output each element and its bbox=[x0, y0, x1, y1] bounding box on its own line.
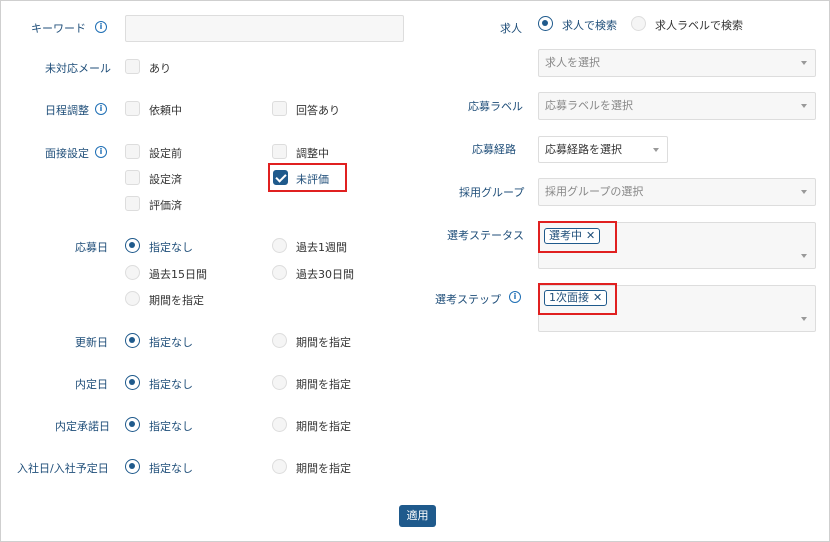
join-date-label: 入社日/入社予定日 bbox=[17, 462, 109, 475]
close-icon[interactable]: ✕ bbox=[586, 229, 595, 242]
apply-label-select[interactable]: 応募ラベルを選択 bbox=[538, 92, 816, 120]
apply-date-15days-radio[interactable] bbox=[125, 265, 140, 280]
interview-setting-info-icon[interactable]: i bbox=[95, 146, 107, 158]
hiring-group-select[interactable]: 採用グループの選択 bbox=[538, 178, 816, 206]
adjusting-option-label: 調整中 bbox=[296, 147, 329, 160]
hiring-group-select-value: 採用グループの選択 bbox=[545, 185, 644, 198]
status-tag: 選考中 ✕ bbox=[544, 228, 601, 244]
apply-date-label: 応募日 bbox=[75, 241, 108, 254]
apply-date-30days-label: 過去30日間 bbox=[296, 268, 354, 281]
requesting-option-label: 依頼中 bbox=[149, 104, 182, 117]
schedule-info-icon[interactable]: i bbox=[95, 103, 107, 115]
set-done-checkbox[interactable] bbox=[125, 170, 140, 185]
job-select-value: 求人を選択 bbox=[545, 56, 600, 69]
job-label: 求人 bbox=[500, 22, 522, 35]
step-tag-label: 1次面接 bbox=[549, 291, 589, 304]
keyword-info-icon[interactable]: i bbox=[95, 21, 107, 33]
step-tag: 1次面接 ✕ bbox=[544, 290, 608, 306]
unhandled-mail-label: 未対応メール bbox=[45, 62, 111, 75]
offer-accept-period-label: 期間を指定 bbox=[296, 420, 351, 433]
join-date-period-label: 期間を指定 bbox=[296, 462, 351, 475]
unhandled-mail-option-label: あり bbox=[149, 62, 171, 75]
apply-date-period-radio[interactable] bbox=[125, 291, 140, 306]
rated-option-label: 評価済 bbox=[149, 199, 182, 212]
update-date-none-radio[interactable] bbox=[125, 333, 140, 348]
keyword-label: キーワード bbox=[31, 22, 86, 35]
offer-date-none-label: 指定なし bbox=[149, 378, 193, 391]
update-date-period-radio[interactable] bbox=[272, 333, 287, 348]
search-by-job-label-radio[interactable] bbox=[631, 16, 646, 31]
apply-date-none-radio[interactable] bbox=[125, 238, 140, 253]
set-done-option-label: 設定済 bbox=[149, 173, 182, 186]
apply-route-label: 応募経路 bbox=[472, 143, 516, 156]
update-date-period-label: 期間を指定 bbox=[296, 336, 351, 349]
offer-accept-period-radio[interactable] bbox=[272, 417, 287, 432]
offer-date-period-radio[interactable] bbox=[272, 375, 287, 390]
apply-date-1week-label: 過去1週間 bbox=[296, 241, 347, 254]
apply-date-period-label: 期間を指定 bbox=[149, 294, 204, 307]
unrated-option-label: 未評価 bbox=[296, 173, 329, 186]
schedule-label: 日程調整 bbox=[45, 104, 89, 117]
apply-date-15days-label: 過去15日間 bbox=[149, 268, 207, 281]
offer-date-period-label: 期間を指定 bbox=[296, 378, 351, 391]
answered-checkbox[interactable] bbox=[272, 101, 287, 116]
search-by-job-radio[interactable] bbox=[538, 16, 553, 31]
selection-step-info-icon[interactable]: i bbox=[509, 291, 521, 303]
selection-step-label: 選考ステップ bbox=[435, 293, 501, 306]
apply-label-label: 応募ラベル bbox=[468, 100, 523, 113]
rated-checkbox[interactable] bbox=[125, 196, 140, 211]
apply-route-select[interactable]: 応募経路を選択 bbox=[538, 136, 668, 163]
chevron-down-icon bbox=[801, 317, 807, 321]
interview-setting-label: 面接設定 bbox=[45, 147, 89, 160]
offer-accept-date-label: 内定承諾日 bbox=[55, 420, 110, 433]
keyword-input[interactable] bbox=[125, 15, 404, 42]
apply-button[interactable]: 適用 bbox=[399, 505, 436, 527]
offer-date-label: 内定日 bbox=[75, 378, 108, 391]
join-date-none-label: 指定なし bbox=[149, 462, 193, 475]
apply-label-select-value: 応募ラベルを選択 bbox=[545, 99, 633, 112]
update-date-none-label: 指定なし bbox=[149, 336, 193, 349]
before-setting-checkbox[interactable] bbox=[125, 144, 140, 159]
adjusting-checkbox[interactable] bbox=[272, 144, 287, 159]
hiring-group-label: 採用グループ bbox=[459, 186, 525, 199]
offer-date-none-radio[interactable] bbox=[125, 375, 140, 390]
chevron-down-icon bbox=[801, 254, 807, 258]
selection-status-label: 選考ステータス bbox=[447, 229, 524, 242]
apply-route-select-value: 応募経路を選択 bbox=[545, 143, 622, 156]
chevron-down-icon bbox=[653, 147, 659, 152]
join-date-none-radio[interactable] bbox=[125, 459, 140, 474]
search-by-job-label-label: 求人ラベルで検索 bbox=[655, 19, 743, 32]
update-date-label: 更新日 bbox=[75, 336, 108, 349]
close-icon[interactable]: ✕ bbox=[593, 291, 602, 304]
unhandled-mail-checkbox[interactable] bbox=[125, 59, 140, 74]
status-tag-label: 選考中 bbox=[549, 229, 582, 242]
offer-accept-none-radio[interactable] bbox=[125, 417, 140, 432]
chevron-down-icon bbox=[801, 104, 807, 108]
join-date-period-radio[interactable] bbox=[272, 459, 287, 474]
offer-accept-none-label: 指定なし bbox=[149, 420, 193, 433]
before-setting-option-label: 設定前 bbox=[149, 147, 182, 160]
chevron-down-icon bbox=[801, 61, 807, 65]
chevron-down-icon bbox=[801, 190, 807, 194]
apply-date-30days-radio[interactable] bbox=[272, 265, 287, 280]
unrated-checkbox[interactable] bbox=[273, 170, 288, 185]
job-select[interactable]: 求人を選択 bbox=[538, 49, 816, 77]
apply-date-1week-radio[interactable] bbox=[272, 238, 287, 253]
apply-date-none-label: 指定なし bbox=[149, 241, 193, 254]
requesting-checkbox[interactable] bbox=[125, 101, 140, 116]
search-by-job-label: 求人で検索 bbox=[562, 19, 617, 32]
answered-option-label: 回答あり bbox=[296, 104, 340, 117]
filter-panel: キーワード i 未対応メール あり 日程調整 i 依頼中 回答あり 面接設定 i… bbox=[0, 0, 830, 542]
